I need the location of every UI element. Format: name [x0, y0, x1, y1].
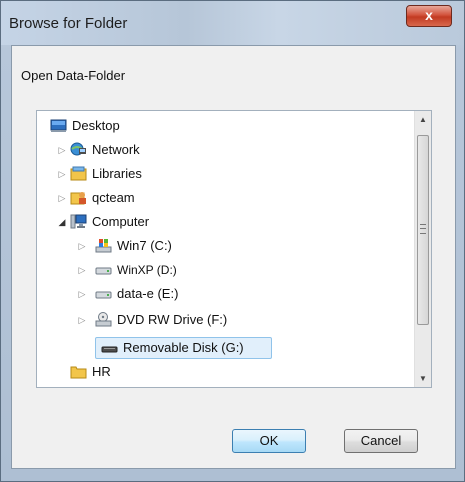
- collapse-arrow-icon[interactable]: ◢: [57, 211, 67, 233]
- tree-item-qcteam[interactable]: ▷ qcteam: [37, 187, 407, 209]
- expand-arrow-icon[interactable]: ▷: [77, 309, 87, 331]
- dialog-description: Open Data-Folder: [21, 68, 126, 83]
- libraries-icon: [70, 166, 87, 181]
- folder-icon: [70, 366, 87, 379]
- tree-item-label: qcteam: [92, 190, 135, 205]
- computer-icon: [70, 214, 87, 229]
- desktop-icon: [50, 119, 67, 132]
- tree-scrollbar[interactable]: ▲ ▼: [414, 111, 431, 387]
- hard-drive-icon: [95, 291, 112, 299]
- removable-disk-icon: [101, 346, 118, 353]
- tree-item-network[interactable]: ▷ Network: [37, 139, 407, 161]
- user-folder-icon: [70, 192, 86, 205]
- windows-drive-icon: [95, 239, 112, 253]
- ok-button[interactable]: OK: [232, 429, 306, 453]
- browse-for-folder-dialog: Browse for Folder x Open Data-Folder Des…: [0, 0, 465, 482]
- tree-item-label: Removable Disk (G:): [123, 340, 244, 355]
- tree-item-label: data-e (E:): [117, 286, 179, 301]
- tree-item-winxp-d[interactable]: ▷ WinXP (D:): [37, 259, 407, 281]
- close-icon: x: [425, 7, 433, 23]
- tree-item-label: Win7 (C:): [117, 238, 172, 253]
- tree-item-label: Computer: [92, 214, 150, 229]
- dialog-title: Browse for Folder: [9, 15, 128, 32]
- tree-item-label: HR: [92, 364, 111, 379]
- tree-item-label: Network: [92, 142, 140, 157]
- tree-item-label: WinXP (D:): [117, 263, 177, 277]
- scroll-up-arrow-icon[interactable]: ▲: [415, 111, 431, 128]
- title-bar[interactable]: Browse for Folder x: [1, 1, 464, 45]
- tree-item-computer[interactable]: ◢ Computer: [37, 211, 407, 233]
- expand-arrow-icon[interactable]: ▷: [57, 163, 67, 185]
- grip-icon: [420, 224, 426, 234]
- tree-item-removable-g[interactable]: Removable Disk (G:): [37, 337, 407, 359]
- network-icon: [70, 142, 86, 156]
- close-button[interactable]: x: [406, 5, 452, 27]
- expand-arrow-icon[interactable]: ▷: [77, 283, 87, 305]
- tree-item-desktop[interactable]: Desktop: [37, 115, 407, 137]
- scroll-thumb[interactable]: [417, 135, 429, 325]
- dvd-drive-icon: [95, 312, 112, 327]
- tree-item-label: DVD RW Drive (F:): [117, 312, 228, 327]
- tree-item-label: Libraries: [92, 166, 142, 181]
- hard-drive-icon: [95, 267, 112, 275]
- expand-arrow-icon[interactable]: ▷: [57, 139, 67, 161]
- tree-item-dvd-f[interactable]: ▷ DVD RW Drive (F:): [37, 309, 407, 331]
- tree-item-label: Desktop: [72, 118, 120, 133]
- tree-item-libraries[interactable]: ▷ Libraries: [37, 163, 407, 185]
- expand-arrow-icon[interactable]: ▷: [57, 187, 67, 209]
- tree-item-win7-c[interactable]: ▷ Win7 (C:): [37, 235, 407, 257]
- expand-arrow-icon[interactable]: ▷: [77, 259, 87, 281]
- scroll-down-arrow-icon[interactable]: ▼: [415, 370, 431, 387]
- dialog-body: Open Data-Folder Desktop ▷ Network ▷ Lib…: [11, 45, 456, 469]
- cancel-button[interactable]: Cancel: [344, 429, 418, 453]
- tree-item-hr[interactable]: HR: [37, 361, 407, 383]
- expand-arrow-icon[interactable]: ▷: [77, 235, 87, 257]
- folder-tree[interactable]: Desktop ▷ Network ▷ Libraries ▷ qcteam ◢…: [36, 110, 432, 388]
- tree-item-data-e[interactable]: ▷ data-e (E:): [37, 283, 407, 305]
